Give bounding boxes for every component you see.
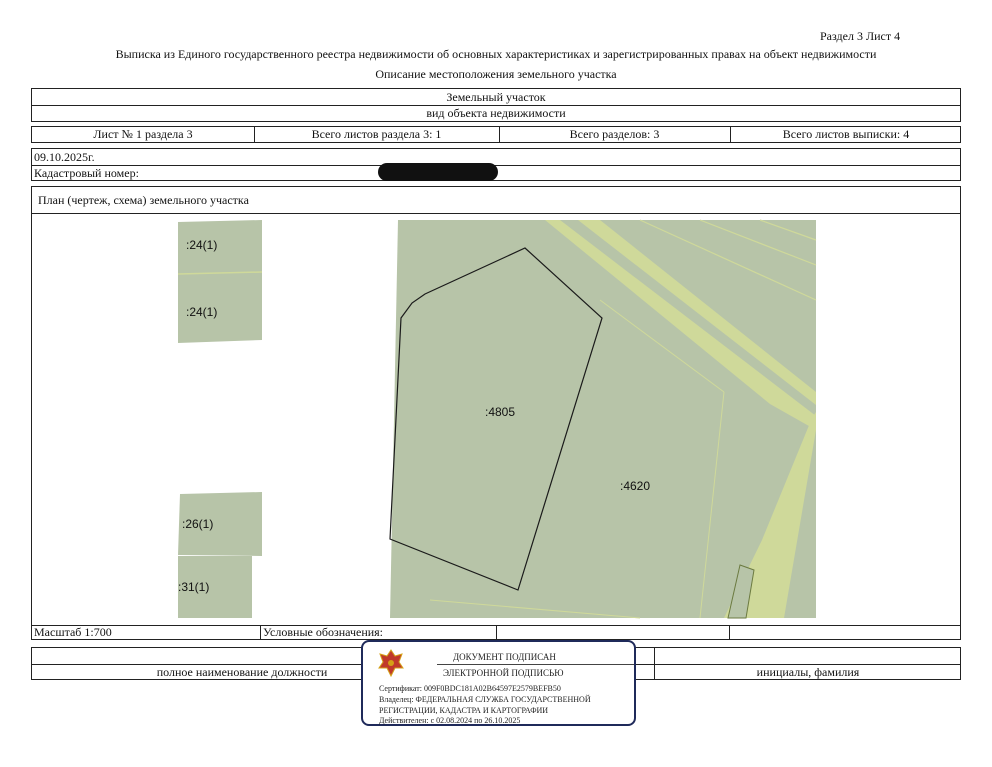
stamp-line1: ДОКУМЕНТ ПОДПИСАН [453, 652, 556, 662]
parcel-label-31: :31(1) [178, 580, 209, 594]
stamp-owner-1: Владелец: ФЕДЕРАЛЬНАЯ СЛУЖБА ГОСУДАРСТВЕ… [379, 695, 591, 704]
parcel-label-4620: :4620 [620, 479, 650, 493]
scale: Масштаб 1:700 [34, 625, 112, 639]
parcel-label-24-b: :24(1) [186, 305, 217, 319]
parcel-label-26: :26(1) [182, 517, 213, 531]
emblem-icon [378, 649, 404, 678]
map-background [390, 220, 816, 618]
parcel-label-4805: :4805 [485, 405, 515, 419]
legend-label: Условные обозначения: [263, 625, 384, 639]
stamp-certificate: Сертификат: 009F0BDC181A02B64597E2579BEF… [379, 684, 561, 693]
e-signature-stamp: ДОКУМЕНТ ПОДПИСАН ЭЛЕКТРОННОЙ ПОДПИСЬЮ С… [361, 640, 636, 726]
stamp-validity: Действителен: с 02.08.2024 по 26.10.2025 [379, 716, 521, 725]
parcel-label-24-a: :24(1) [186, 238, 217, 252]
scale-legend-row: Масштаб 1:700 Условные обозначения: [31, 625, 961, 640]
name-caption: инициалы, фамилия [756, 664, 860, 679]
stamp-owner-2: РЕГИСТРАЦИИ, КАДАСТРА И КАРТОГРАФИИ [379, 706, 549, 715]
stamp-line2: ЭЛЕКТРОННОЙ ПОДПИСЬЮ [443, 668, 564, 678]
